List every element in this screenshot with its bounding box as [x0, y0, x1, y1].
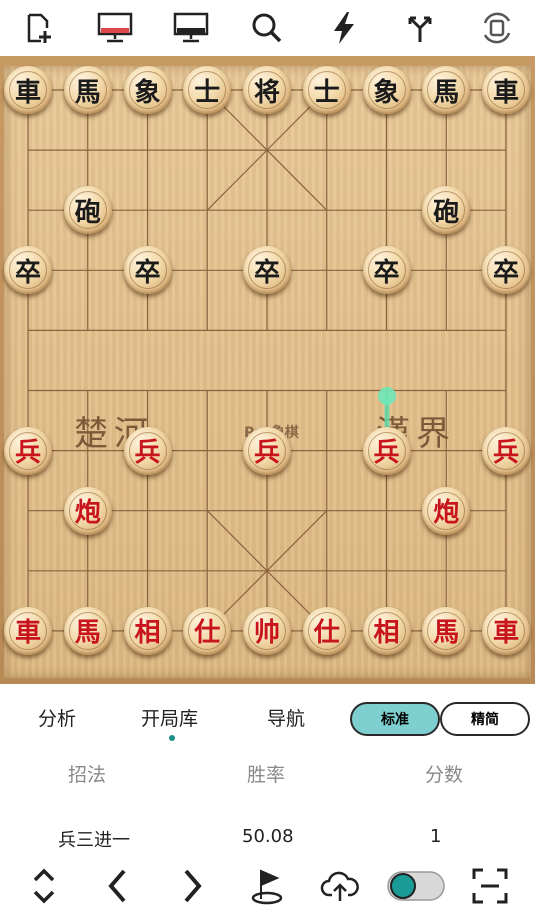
piece-label: 卒 [492, 257, 519, 288]
piece-label: 将 [253, 77, 280, 108]
piece-label: 馬 [74, 77, 101, 108]
flag-icon[interactable] [245, 864, 289, 908]
piece-label: 炮 [74, 498, 101, 529]
piece-label: 相 [134, 618, 161, 649]
scan-icon[interactable] [468, 864, 512, 908]
black-pawn[interactable]: 卒 [482, 246, 530, 295]
black-piece[interactable]: 車 [4, 66, 52, 114]
move-cell: 兵三进一 [58, 830, 130, 851]
piece-label: 兵 [373, 438, 400, 469]
piece-label: 馬 [74, 618, 101, 649]
black-piece[interactable]: 馬 [422, 66, 471, 114]
black-pawn[interactable]: 卒 [123, 246, 172, 295]
black-piece[interactable]: 象 [123, 66, 172, 114]
red-piece[interactable]: 車 [482, 606, 530, 655]
piece-label: 士 [313, 77, 340, 108]
previous-icon[interactable] [96, 864, 140, 908]
red-pawn[interactable]: 兵 [4, 426, 52, 475]
winrate-cell: 50.08 [242, 826, 294, 847]
next-icon[interactable] [170, 864, 214, 908]
board-grid [27, 89, 507, 632]
cloud-upload-icon[interactable] [318, 864, 362, 908]
piece-label: 象 [134, 77, 161, 108]
column-header-score: 分数 [425, 764, 464, 786]
black-pawn[interactable]: 卒 [362, 246, 411, 295]
bottom-toolbar [0, 858, 535, 915]
red-pawn[interactable]: 兵 [123, 426, 172, 475]
red-pawn[interactable]: 兵 [243, 426, 291, 475]
column-header-winrate: 胜率 [247, 764, 286, 786]
piece-label: 象 [373, 77, 400, 108]
red-piece[interactable]: 仕 [183, 606, 232, 655]
piece-label: 兵 [134, 438, 161, 469]
piece-label: 卒 [14, 257, 41, 288]
piece-label: 車 [14, 77, 41, 108]
active-tab-indicator [169, 735, 175, 741]
piece-label: 相 [373, 618, 400, 649]
tab-analysis[interactable]: 分析 [38, 704, 76, 731]
piece-label: 仕 [313, 618, 340, 649]
piece-label: 卒 [134, 257, 161, 288]
red-cannon[interactable]: 炮 [63, 486, 112, 535]
score-cell: 1 [430, 826, 442, 847]
red-pawn[interactable]: 兵 [482, 426, 530, 475]
engine-toggle[interactable] [386, 864, 446, 908]
search-icon[interactable] [247, 8, 287, 48]
piece-label: 車 [492, 618, 519, 649]
column-header-move: 招法 [68, 764, 107, 786]
black-piece[interactable]: 士 [183, 66, 232, 114]
piece-label: 卒 [253, 257, 280, 288]
piece-label: 帅 [253, 618, 280, 649]
black-cannon[interactable]: 砲 [63, 186, 112, 235]
rotate-icon[interactable] [477, 8, 517, 48]
red-piece[interactable]: 帅 [243, 606, 291, 655]
black-pawn[interactable]: 卒 [4, 246, 52, 295]
red-cannon[interactable]: 炮 [422, 486, 471, 535]
black-piece[interactable]: 士 [302, 66, 351, 114]
new-file-icon[interactable] [18, 8, 58, 48]
red-monitor-icon[interactable] [95, 8, 135, 48]
piece-label: 砲 [433, 197, 460, 228]
piece-label: 卒 [373, 257, 400, 288]
standard-mode-button[interactable]: 标准 [350, 702, 440, 736]
piece-label: 仕 [194, 618, 221, 649]
red-piece[interactable]: 馬 [63, 606, 112, 655]
piece-label: 兵 [253, 438, 280, 469]
piece-label: 士 [194, 77, 221, 108]
piece-label: 兵 [14, 438, 41, 469]
piece-label: 車 [492, 77, 519, 108]
black-piece[interactable]: 車 [482, 66, 530, 114]
piece-label: 兵 [492, 438, 519, 469]
black-monitor-icon[interactable] [171, 8, 211, 48]
piece-label: 車 [14, 618, 41, 649]
red-pawn[interactable]: 兵 [362, 426, 411, 475]
piece-label: 炮 [433, 498, 460, 529]
branch-icon[interactable] [400, 8, 440, 48]
black-piece[interactable]: 象 [362, 66, 411, 114]
piece-label: 馬 [433, 77, 460, 108]
piece-label: 砲 [74, 197, 101, 228]
piece-label: 馬 [433, 618, 460, 649]
red-piece[interactable]: 仕 [302, 606, 351, 655]
red-piece[interactable]: 相 [123, 606, 172, 655]
top-toolbar [0, 0, 535, 56]
black-piece[interactable]: 将 [243, 66, 291, 114]
tab-navigation[interactable]: 导航 [267, 704, 305, 731]
red-piece[interactable]: 車 [4, 606, 52, 655]
board-frame: 楚河 Pro象棋 漢界 車馬象士将士象馬車砲砲卒卒卒卒卒兵兵兵兵兵炮炮車馬相仕帅… [0, 56, 535, 684]
black-pawn[interactable]: 卒 [243, 246, 291, 295]
black-piece[interactable]: 馬 [63, 66, 112, 114]
expand-collapse-icon[interactable] [22, 864, 66, 908]
xiangqi-board[interactable]: 楚河 Pro象棋 漢界 [4, 66, 531, 678]
red-piece[interactable]: 相 [362, 606, 411, 655]
lightning-icon[interactable] [324, 8, 364, 48]
simple-mode-button[interactable]: 精简 [440, 702, 530, 736]
red-piece[interactable]: 馬 [422, 606, 471, 655]
tab-opening-book[interactable]: 开局库 [141, 704, 198, 731]
